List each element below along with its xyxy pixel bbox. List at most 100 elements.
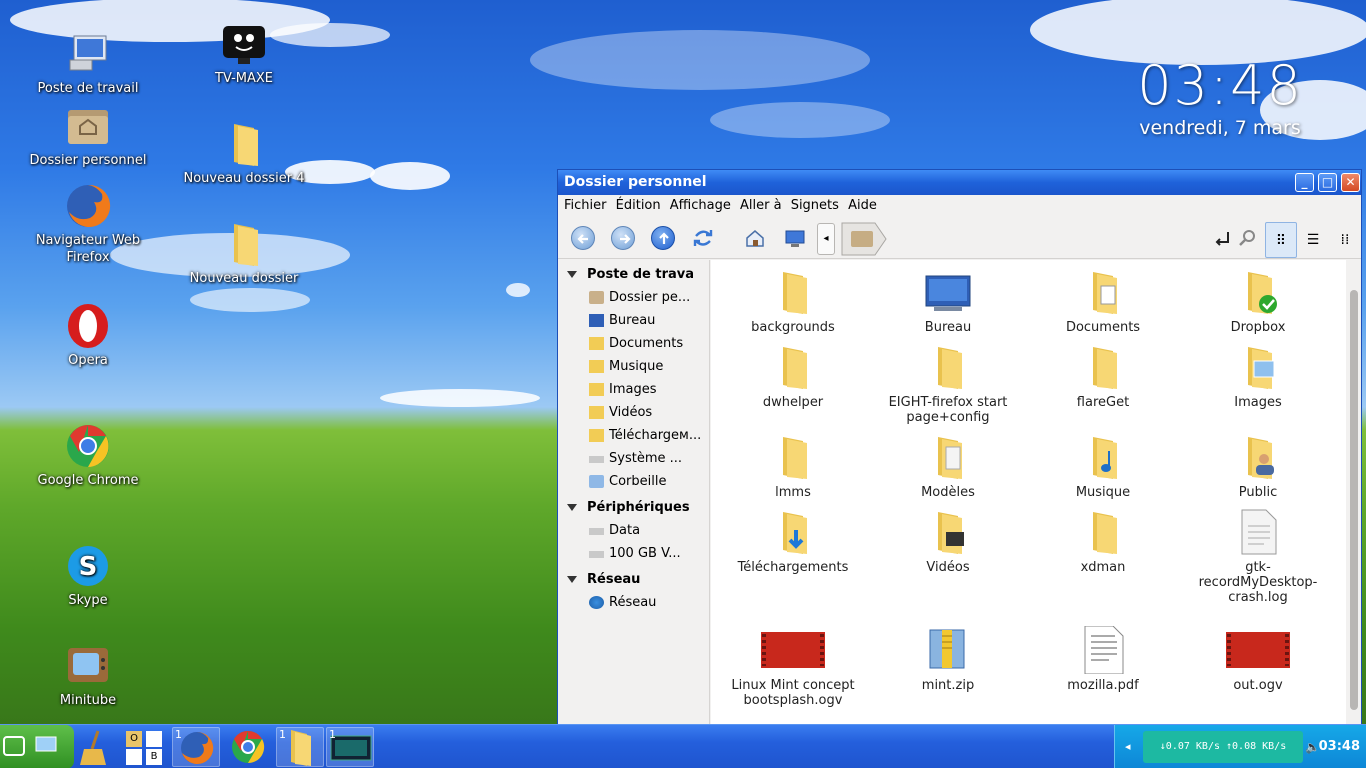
minimize-button[interactable]: _ [1295, 173, 1314, 192]
file-item[interactable]: EIGHT-firefox start page+config [878, 343, 1018, 425]
file-item[interactable]: gtk-recordMyDesktop-crash.log [1188, 508, 1328, 605]
file-item[interactable]: Linux Mint concept bootsplash.ogv [723, 626, 863, 708]
scrollbar-thumb[interactable] [1350, 290, 1358, 710]
desktop-icon-poste-de-travail[interactable]: Poste de travail [13, 30, 163, 97]
sidebar-item-bureau[interactable]: Bureau [558, 309, 709, 332]
sidebar-section-poste[interactable]: Poste de trava [558, 260, 709, 286]
desktop-icon-firefox[interactable]: Navigateur Web Firefox [13, 182, 163, 266]
folder-icon [1079, 343, 1127, 391]
file-item-label: mint.zip [921, 678, 975, 693]
icon-view-button[interactable]: ⠿ [1265, 222, 1297, 258]
search-button[interactable] [1235, 226, 1259, 250]
file-item[interactable]: out.ogv [1188, 626, 1328, 693]
start-button[interactable] [0, 725, 74, 768]
workspace-4[interactable]: B [146, 749, 162, 765]
taskbar-file-manager[interactable]: 1 [276, 727, 324, 767]
file-item[interactable]: flareGet [1033, 343, 1173, 410]
breadcrumb-home[interactable] [841, 222, 887, 256]
computer-button[interactable] [783, 226, 807, 250]
list-view-button[interactable]: ☰ [1297, 222, 1329, 258]
netspeed-indicator[interactable]: ↓0.07 KB/s ↑0.08 KB/s [1143, 731, 1303, 763]
home-icon [746, 230, 764, 247]
file-item-label: backgrounds [751, 320, 835, 335]
taskbar-tv-window[interactable]: 1 [326, 727, 374, 767]
breadcrumb-scroll-left[interactable]: ◂ [817, 223, 835, 255]
home-folder-icon [589, 291, 604, 304]
file-item[interactable]: Modèles [878, 433, 1018, 500]
open-terminal-button[interactable] [1210, 226, 1234, 250]
reload-button[interactable] [691, 226, 715, 250]
workspace-switcher[interactable]: O B [122, 727, 170, 767]
taskbar-firefox[interactable]: 1 [172, 727, 220, 767]
folder-doc-icon [1079, 268, 1127, 316]
close-button[interactable]: ✕ [1341, 173, 1360, 192]
computer-icon [785, 230, 805, 247]
compact-view-button[interactable]: ⁞⁞ [1329, 222, 1361, 258]
taskbar-cleaner[interactable] [74, 727, 122, 767]
tray-expand-arrow-icon[interactable]: ◂ [1125, 725, 1131, 768]
file-item[interactable]: Images [1188, 343, 1328, 410]
file-item[interactable]: Documents [1033, 268, 1173, 335]
workspace-1[interactable]: O [126, 731, 142, 747]
menu-edition[interactable]: Édition [616, 198, 661, 213]
folder-icon [924, 343, 972, 391]
tv-maxe-icon [220, 20, 268, 68]
menu-aide[interactable]: Aide [848, 198, 877, 213]
sidebar-item-systeme[interactable]: Système ... [558, 447, 709, 470]
menu-bar: Fichier Édition Affichage Aller à Signet… [558, 195, 1361, 217]
sidebar-item-dossier-personnel[interactable]: Dossier pe... [558, 286, 709, 309]
menu-signets[interactable]: Signets [791, 198, 839, 213]
workspace-3[interactable] [126, 749, 142, 765]
sidebar-section-peripheriques[interactable]: Périphériques [558, 493, 709, 519]
desktop-icon-minitube[interactable]: Minitube [13, 642, 163, 709]
taskbar-chrome[interactable] [224, 727, 272, 767]
drive-icon [589, 456, 604, 463]
sidebar-item-reseau[interactable]: Réseau [558, 591, 709, 614]
desktop-icon-dossier-personnel[interactable]: Dossier personnel [13, 102, 163, 169]
desktop-icon-chrome[interactable]: Google Chrome [13, 422, 163, 489]
forward-button[interactable] [611, 226, 635, 250]
desktop-icon-skype[interactable]: S Skype [13, 542, 163, 609]
tray-clock[interactable]: 03:48 [1319, 725, 1360, 768]
menu-affichage[interactable]: Affichage [670, 198, 731, 213]
up-button[interactable] [651, 226, 675, 250]
sidebar-item-musique[interactable]: Musique [558, 355, 709, 378]
clock-time: 03:48 [1137, 54, 1303, 117]
file-item[interactable]: Musique [1033, 433, 1173, 500]
workspace-2[interactable] [146, 731, 162, 747]
desktop-icon-opera[interactable]: Opera [13, 302, 163, 369]
vertical-scrollbar[interactable] [1347, 260, 1361, 729]
sidebar-item-telechargements[interactable]: Téléchargем... [558, 424, 709, 447]
desktop-icon-nouveau-dossier-4[interactable]: Nouveau dossier 4 [169, 120, 319, 187]
sidebar-item-100gb[interactable]: 100 GB V... [558, 542, 709, 565]
file-item[interactable]: Public [1188, 433, 1328, 500]
sidebar-item-data[interactable]: Data [558, 519, 709, 542]
sidebar-item-images[interactable]: Images [558, 378, 709, 401]
sidebar-item-videos[interactable]: Vidéos [558, 401, 709, 424]
file-item[interactable]: backgrounds [723, 268, 863, 335]
file-item[interactable]: Téléchargements [723, 508, 863, 575]
chrome-icon [64, 422, 112, 470]
window-titlebar[interactable]: Dossier personnel _ □ ✕ [558, 170, 1361, 195]
sidebar-item-documents[interactable]: Documents [558, 332, 709, 355]
file-item[interactable]: dwhelper [723, 343, 863, 410]
sidebar-section-reseau[interactable]: Réseau [558, 565, 709, 591]
sidebar-item-corbeille[interactable]: Corbeille [558, 470, 709, 493]
mint-logo-icon [3, 736, 25, 756]
file-item[interactable]: Dropbox [1188, 268, 1328, 335]
home-button[interactable] [743, 226, 767, 250]
menu-fichier[interactable]: Fichier [564, 198, 607, 213]
back-button[interactable] [571, 226, 595, 250]
file-item[interactable]: Bureau [878, 268, 1018, 335]
file-item[interactable]: mint.zip [878, 626, 1018, 693]
opera-icon [64, 302, 112, 350]
file-item[interactable]: Vidéos [878, 508, 1018, 575]
desktop-icon-nouveau-dossier[interactable]: Nouveau dossier [169, 220, 319, 287]
maximize-button[interactable]: □ [1318, 173, 1337, 192]
menu-aller-a[interactable]: Aller à [740, 198, 782, 213]
file-item[interactable]: xdman [1033, 508, 1173, 575]
file-item[interactable]: mozilla.pdf [1033, 625, 1173, 693]
file-item[interactable]: lmms [723, 433, 863, 500]
desktop-icon-tv-maxe[interactable]: TV-MAXE [169, 20, 319, 87]
file-item-label: Téléchargements [737, 560, 849, 575]
